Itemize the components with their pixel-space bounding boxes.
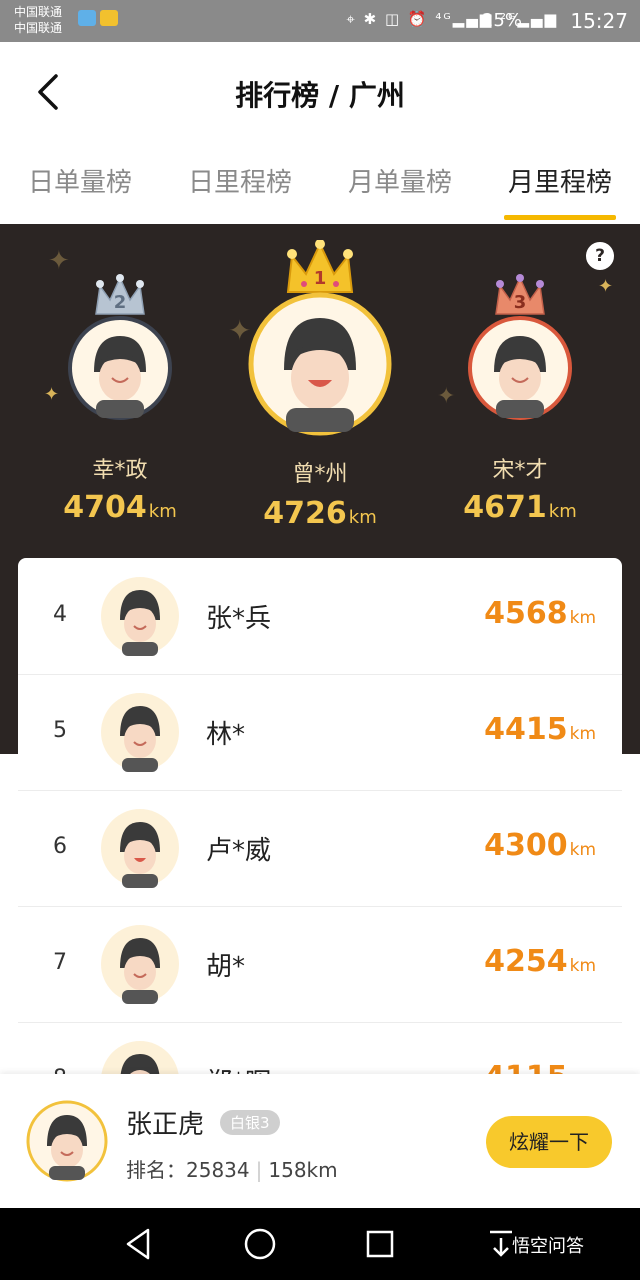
podium-distance: 4726 km [236,496,404,531]
distance-value: 4671 [463,490,547,525]
list-item-name: 张*兵 [206,604,272,634]
avatar [68,316,172,420]
help-icon[interactable]: ? [586,242,614,270]
podium-first[interactable]: 1 曾*州 4726 km [236,240,404,540]
distance-unit: km [569,956,596,976]
rank-number: 6 [53,834,67,859]
rank-number: 2 [113,292,127,313]
clock: 15:27 [570,9,628,33]
list-item-distance: 4568 km [484,596,596,631]
tab-daily-mileage[interactable]: 日里程榜 [170,162,310,199]
page-title: 排行榜 / 广州 [235,79,405,112]
list-item-name: 林* [206,720,246,750]
list-item-distance: 4254 km [484,944,596,979]
distance-value: 4300 [484,828,568,863]
recents-square-icon[interactable] [364,1226,396,1262]
list-item-name: 卢*威 [206,836,272,866]
tab-daily-orders[interactable]: 日单量榜 [10,162,150,199]
tab-monthly-mileage[interactable]: 月里程榜 [490,162,630,199]
my-rank-info: 排名：25834 | 158km [126,1154,338,1183]
my-name: 张正虎 [126,1110,205,1140]
distance-unit: km [569,840,596,860]
podium-second[interactable]: 2 幸*政 4704 km [40,274,200,534]
sparkle-icon: ✦ [48,246,70,276]
rank-label: 排名： [126,1158,186,1182]
home-circle-icon[interactable] [242,1226,278,1262]
distance-unit: km [148,501,177,522]
folder-app-icon [100,10,118,26]
show-off-button[interactable]: 炫耀一下 [486,1116,612,1168]
list-item-name: 胡* [206,952,246,982]
avatar [26,1100,108,1182]
carrier-2: 中国联通 [14,21,63,35]
distance-value: 4704 [63,490,147,525]
avatar [101,809,179,888]
avatar [101,925,179,1004]
list-item[interactable]: 5 林* 4415 km [18,674,622,791]
avatar [101,693,179,772]
leaderboard-list[interactable]: 4 张*兵 4568 km 5 林* 4415 km 6 卢*威 4300 km… [18,558,622,1078]
distance-value: 4415 [484,712,568,747]
distance-unit: km [348,507,377,528]
list-item-distance: 4415 km [484,712,596,747]
rank-number: 4 [53,602,67,627]
list-item[interactable]: 4 张*兵 4568 km [18,558,622,675]
rank-number: 1 [313,268,327,289]
system-nav-bar: 悟空问答 [0,1208,640,1280]
distance-value: 4726 [263,496,347,531]
divider: | [255,1158,263,1182]
podium-name: 曾*州 [292,462,348,487]
level-badge: 白银3 [220,1110,280,1135]
ranking-tabs: 日单量榜 日里程榜 月单量榜 月里程榜 [0,142,640,224]
status-bar: 中国联通 中国联通 ⌖ ✱ ◫ ⏰ ⁴ᴳ▂▄▆ ²ᴳ▂▄▆ 25% 15:27 [0,0,640,42]
battery-level: 25% [481,10,522,31]
watermark: 悟空问答 [512,1236,584,1257]
carrier-1: 中国联通 [14,5,63,19]
bird-app-icon [78,10,96,26]
my-rank-value: 25834 [186,1158,250,1182]
my-rank-bar: 张正虎 白银3 排名：25834 | 158km 炫耀一下 [0,1074,640,1208]
avatar [248,292,392,436]
rank-number: 3 [513,292,527,313]
tab-monthly-orders[interactable]: 月单量榜 [330,162,470,199]
distance-unit: km [548,501,577,522]
podium-distance: 4671 km [440,490,600,525]
notification-icons [78,10,122,30]
list-item[interactable]: 7 胡* 4254 km [18,906,622,1023]
avatar [468,316,572,420]
distance-unit: km [569,724,596,744]
rank-number: 7 [53,950,67,975]
podium-distance: 4704 km [40,490,200,525]
my-distance: 158km [268,1158,338,1182]
list-item[interactable]: 8 郑*晖 4115km [18,1022,622,1078]
header: 排行榜 / 广州 [0,42,640,142]
podium-name: 宋*才 [492,458,548,483]
distance-value: 4568 [484,596,568,631]
list-item[interactable]: 6 卢*威 4300 km [18,790,622,907]
rank-number: 5 [53,718,67,743]
avatar [101,1041,179,1078]
avatar [101,577,179,656]
distance-value: 4254 [484,944,568,979]
podium-name: 幸*政 [92,458,148,483]
carrier-info: 中国联通 中国联通 [14,4,62,36]
distance-unit: km [569,608,596,628]
list-item-distance: 4300 km [484,828,596,863]
sparkle-icon: ✦ [598,276,614,297]
back-triangle-icon[interactable] [122,1226,154,1262]
podium-third[interactable]: 3 宋*才 4671 km [440,274,600,534]
status-indicators: ⌖ ✱ ◫ ⏰ ⁴ᴳ▂▄▆ ²ᴳ▂▄▆ [346,10,558,28]
active-tab-indicator [504,215,616,220]
